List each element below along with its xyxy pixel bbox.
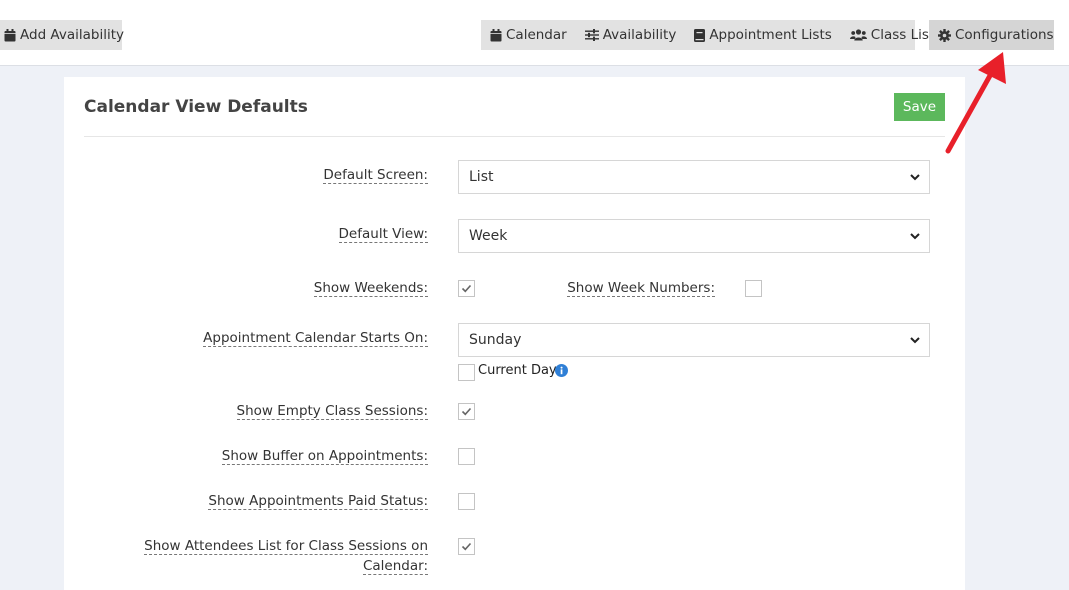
book-icon [694, 28, 706, 42]
show-paid-status-checkbox[interactable] [458, 493, 475, 510]
show-weekends-checkbox[interactable] [458, 280, 475, 297]
nav-availability-button[interactable]: Availability [576, 20, 686, 50]
add-availability-button[interactable]: Add Availability [0, 20, 125, 50]
nav-appointment-lists-button[interactable]: Appointment Lists [685, 20, 840, 50]
show-weekends-label: Show Weekends: [313, 280, 428, 297]
nav-button-group: Calendar Availability Appointment Lists [481, 20, 941, 50]
show-buffer-checkbox[interactable] [458, 448, 475, 465]
checkmark-icon [461, 542, 472, 551]
calendar-starts-on-value: Sunday [469, 332, 522, 348]
save-button[interactable]: Save [894, 93, 945, 121]
info-icon[interactable] [555, 364, 568, 377]
nav-availability-label: Availability [602, 27, 677, 43]
show-empty-class-sessions-checkbox[interactable] [458, 403, 475, 420]
default-screen-value: List [469, 169, 494, 185]
show-empty-class-sessions-label: Show Empty Class Sessions: [236, 403, 428, 420]
title-divider [84, 136, 945, 137]
nav-calendar-label: Calendar [506, 27, 567, 43]
top-toolbar: Add Availability Calendar Availability A… [0, 0, 1069, 66]
show-week-numbers-checkbox[interactable] [745, 280, 762, 297]
default-view-value: Week [469, 228, 508, 244]
chevron-down-icon [910, 337, 920, 344]
calendar-starts-on-select[interactable]: Sunday [458, 323, 930, 357]
current-day-checkbox[interactable] [458, 364, 475, 381]
configurations-label: Configurations [955, 27, 1054, 43]
show-week-numbers-label: Show Week Numbers: [567, 280, 715, 297]
default-view-select[interactable]: Week [458, 219, 930, 253]
card-title: Calendar View Defaults [84, 97, 308, 117]
show-paid-status-label: Show Appointments Paid Status: [208, 493, 428, 510]
checkmark-icon [461, 407, 472, 416]
nav-calendar-button[interactable]: Calendar [481, 20, 576, 50]
show-attendees-label: Show Attendees List for Class Sessions o… [144, 538, 428, 575]
calendar-view-defaults-card: Calendar View Defaults Save Default Scre… [64, 77, 965, 590]
default-screen-label: Default Screen: [323, 167, 428, 184]
gear-icon [938, 28, 951, 42]
chevron-down-icon [910, 174, 920, 181]
nav-appointment-lists-label: Appointment Lists [709, 27, 832, 43]
current-day-label: Current Day [478, 363, 557, 378]
show-attendees-checkbox[interactable] [458, 538, 475, 555]
chevron-down-icon [910, 233, 920, 240]
calendar-icon [4, 28, 16, 41]
sliders-icon [584, 29, 599, 41]
calendar-icon [490, 28, 502, 41]
show-buffer-label: Show Buffer on Appointments: [221, 448, 428, 465]
configurations-button[interactable]: Configurations [929, 20, 1054, 50]
default-screen-select[interactable]: List [458, 160, 930, 194]
checkmark-icon [461, 284, 472, 293]
calendar-starts-on-label: Appointment Calendar Starts On: [203, 330, 428, 347]
default-view-label: Default View: [338, 226, 428, 243]
users-icon [849, 29, 867, 41]
add-availability-label: Add Availability [20, 27, 125, 43]
